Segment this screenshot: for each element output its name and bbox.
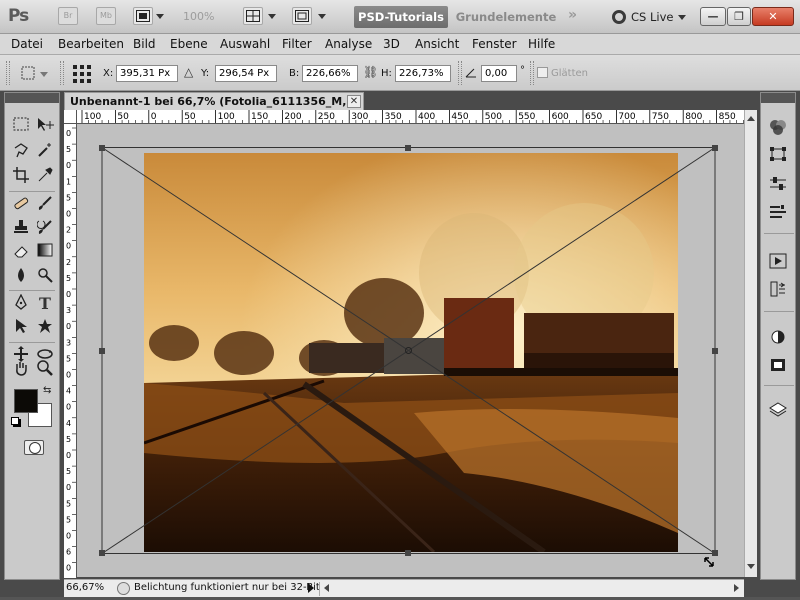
- status-message: Belichtung funktioniert nur bei 32-Bit: [134, 582, 320, 593]
- status-menu-arrow[interactable]: [308, 583, 314, 593]
- foreground-color-swatch[interactable]: [14, 389, 38, 413]
- resize-cursor-icon: [704, 557, 714, 567]
- status-info-icon[interactable]: [117, 582, 130, 595]
- status-zoom-field[interactable]: 66,67%: [66, 582, 114, 596]
- free-transform-bounding-box: [99, 145, 718, 567]
- scroll-right-icon[interactable]: [734, 584, 739, 592]
- scroll-left-icon[interactable]: [324, 584, 329, 592]
- status-bar: 66,67% Belichtung funktioniert nur bei 3…: [64, 579, 744, 597]
- scroll-down-icon[interactable]: [747, 564, 755, 569]
- scroll-up-icon[interactable]: [747, 116, 755, 121]
- horizontal-scrollbar[interactable]: [319, 582, 744, 596]
- vertical-scrollbar[interactable]: [744, 110, 757, 577]
